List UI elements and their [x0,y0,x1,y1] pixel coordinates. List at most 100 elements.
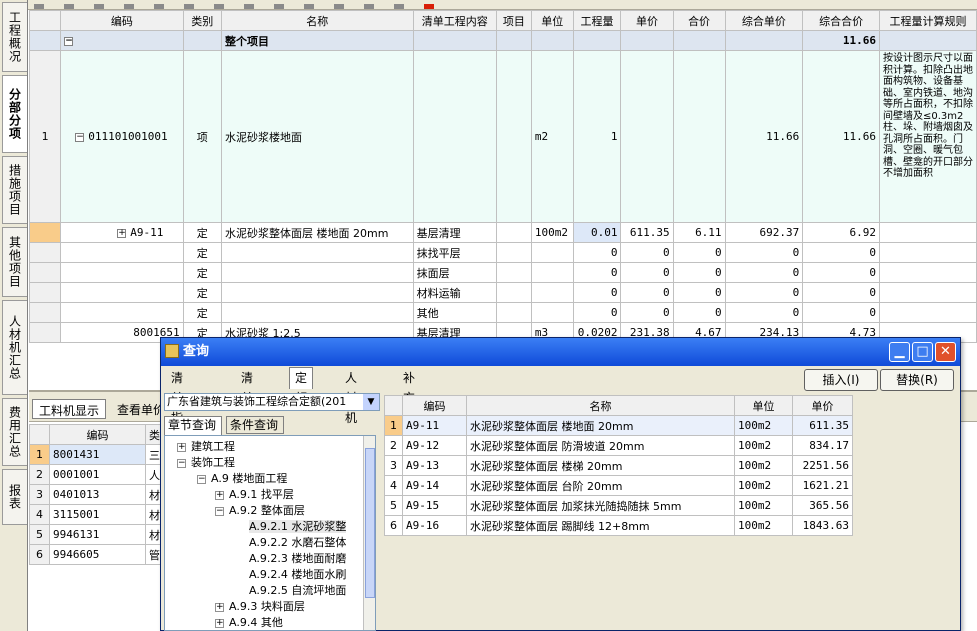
collapse-icon[interactable]: − [197,474,206,484]
item-total: 11.66 [802,50,881,223]
main-grid-area: 编码 类别 名称 清单工程内容 项目 单位 工程量 单价 合价 综合单价 综合合… [29,10,977,390]
table-row[interactable]: 定 其他 00000 [29,302,977,323]
replace-button[interactable]: 替换(R) [880,369,954,391]
tab-labor-material[interactable]: 人材机 [345,368,357,425]
result-row[interactable]: 2 A9-12 水泥砂浆整体面层 防滑坡道 20mm 100m2 834.17 [384,435,853,456]
col-header[interactable]: 单位 [734,395,793,416]
item-rule: 按设计图示尺寸以面积计算。扣除凸出地面构筑物、设备基础、室内铁道、地沟等所占面积… [879,50,977,223]
tab-divisions[interactable]: 分部分项 [2,75,27,153]
table-row[interactable]: 3 0401013 材 [29,484,164,505]
table-row[interactable]: 2 0001001 人 [29,464,164,485]
dialog-titlebar[interactable]: 查询 ▁ □ ✕ [161,338,960,366]
col-header-qty[interactable]: 工程量 [572,10,622,31]
tab-chapter-search[interactable]: 章节查询 [164,416,222,436]
quota-price: 611.35 [620,222,674,243]
collapse-icon[interactable]: − [64,36,74,46]
tab-labor-material-display[interactable]: 工料机显示 [32,399,107,419]
table-row[interactable]: 定 抹面层 00000 [29,262,977,283]
col-header[interactable]: 清单工程内容 [412,10,497,31]
item-qty[interactable]: 1 [572,50,622,223]
row-number: 1 [29,50,62,223]
tree-node[interactable]: A.9.2.5 自流坪地面 [249,583,346,599]
tree-node[interactable]: + A.9.3 块料面层 [215,599,305,615]
table-row[interactable]: 5 9946131 材 [29,524,164,545]
tree-node[interactable]: − A.9.2 整体面层 [215,503,305,519]
col-header[interactable]: 类别 [182,10,223,31]
tree-node[interactable]: + 建筑工程 [177,439,235,455]
tab-project-overview[interactable]: 工程概况 [2,2,27,72]
col-header[interactable]: 名称 [466,395,735,416]
expand-icon[interactable]: + [215,490,224,500]
tab-view-unit-price[interactable]: 查看单价 [117,401,165,418]
collapse-icon[interactable]: − [215,506,224,516]
left-tab-bar: 工程概况 分部分项 措施项目 其他项目 人材机汇总 费用汇总 报表 [0,0,28,631]
quota-library-select[interactable]: 广东省建筑与装饰工程综合定额(201 ▼ [164,393,380,411]
col-header[interactable]: 编码 [49,424,146,445]
tab-condition-search[interactable]: 条件查询 [226,416,284,434]
collapse-icon[interactable]: − [75,132,85,142]
section-name: 整个项目 [221,30,414,51]
tree-node[interactable]: A.9.2.2 水磨石整体 [249,535,346,551]
toolbar [28,0,977,10]
col-header[interactable]: 单位 [530,10,574,31]
tree-node[interactable]: − 装饰工程 [177,455,235,471]
col-header[interactable]: 编码 [402,395,467,416]
section-row[interactable]: − 整个项目 11.66 [29,30,977,51]
collapse-icon[interactable]: − [177,458,186,468]
expand-icon[interactable]: + [215,618,224,628]
tab-measures[interactable]: 措施项目 [2,156,27,224]
col-header[interactable]: 单价 [620,10,674,31]
item-name: 水泥砂浆楼地面 [221,50,414,223]
item-type: 项 [182,50,223,223]
table-row[interactable]: 6 9946605 管 [29,544,164,565]
tab-labor-material-summary[interactable]: 人材机汇总 [2,300,27,395]
tab-cost-summary[interactable]: 费用汇总 [2,398,27,466]
tree-node[interactable]: − A.9 楼地面工程 [197,471,287,487]
table-row[interactable]: 1 −011101001001 项 水泥砂浆楼地面 m2 1 11.66 11.… [29,50,977,223]
tab-supplementary[interactable]: 补充人材机 [403,368,415,465]
result-row[interactable]: 5 A9-15 水泥砂浆整体面层 加浆抹光随捣随抹 5mm 100m2 365.56 [384,495,853,516]
result-row[interactable]: 3 A9-13 水泥砂浆整体面层 楼梯 20mm 100m2 2251.56 [384,455,853,476]
scrollbar-thumb[interactable] [365,448,375,598]
col-header[interactable]: 综合单价 [724,10,804,31]
col-header[interactable]: 合价 [672,10,726,31]
tree-node[interactable]: + A.9.4 其他 [215,615,283,630]
tab-reports[interactable]: 报表 [2,469,27,525]
tree-scrollbar[interactable] [363,436,375,630]
tree-node[interactable]: A.9.2.3 楼地面耐磨 [249,551,346,567]
tab-bill[interactable]: 清单 [241,368,253,405]
col-header[interactable]: 综合合价 [802,10,881,31]
insert-button[interactable]: 插入(I) [804,369,878,391]
maximize-icon[interactable]: □ [912,342,933,362]
result-row[interactable]: 4 A9-14 水泥砂浆整体面层 台阶 20mm 100m2 1621.21 [384,475,853,496]
result-row[interactable]: 6 A9-16 水泥砂浆整体面层 踢脚线 12+8mm 100m2 1843.63 [384,515,853,536]
table-row[interactable]: 1 8001431 三 [29,444,164,465]
expand-icon[interactable]: + [117,228,127,238]
table-row[interactable]: 4 3115001 材 [29,504,164,525]
table-row[interactable]: + A9-11 定 水泥砂浆整体面层 楼地面 20mm 基层清理 100m2 0.… [29,222,977,243]
col-header[interactable]: 编码 [60,10,184,31]
col-header[interactable]: 工程量计算规则 [879,10,977,31]
quota-name: 水泥砂浆整体面层 楼地面 20mm [221,222,414,243]
chevron-down-icon[interactable]: ▼ [363,394,379,410]
tab-bill-guide[interactable]: 清单指引 [171,368,183,445]
expand-icon[interactable]: + [177,442,186,452]
result-row[interactable]: 1 A9-11 水泥砂浆整体面层 楼地面 20mm 100m2 611.35 [384,415,853,436]
row-number [29,222,62,243]
quota-unit: 100m2 [530,222,574,243]
col-header[interactable]: 单价 [792,395,853,416]
tree-node[interactable]: A.9.2.1 水泥砂浆整 [249,519,347,535]
col-header[interactable]: 名称 [221,10,414,31]
tree-node[interactable]: + A.9.1 找平层 [215,487,294,503]
table-row[interactable]: 定 抹找平层 00000 [29,242,977,263]
quota-code: A9-11 [130,226,164,239]
tab-quota[interactable]: 定额 [289,367,314,405]
expand-icon[interactable]: + [215,602,224,612]
quota-qty[interactable]: 0.01 [572,222,622,243]
table-row[interactable]: 定 材料运输 00000 [29,282,977,303]
col-header[interactable]: 项目 [495,10,532,31]
tab-other-items[interactable]: 其他项目 [2,227,27,297]
tree-node[interactable]: A.9.2.4 楼地面水刷 [249,567,346,583]
close-icon[interactable]: ✕ [935,342,956,362]
minimize-icon[interactable]: ▁ [889,342,910,362]
